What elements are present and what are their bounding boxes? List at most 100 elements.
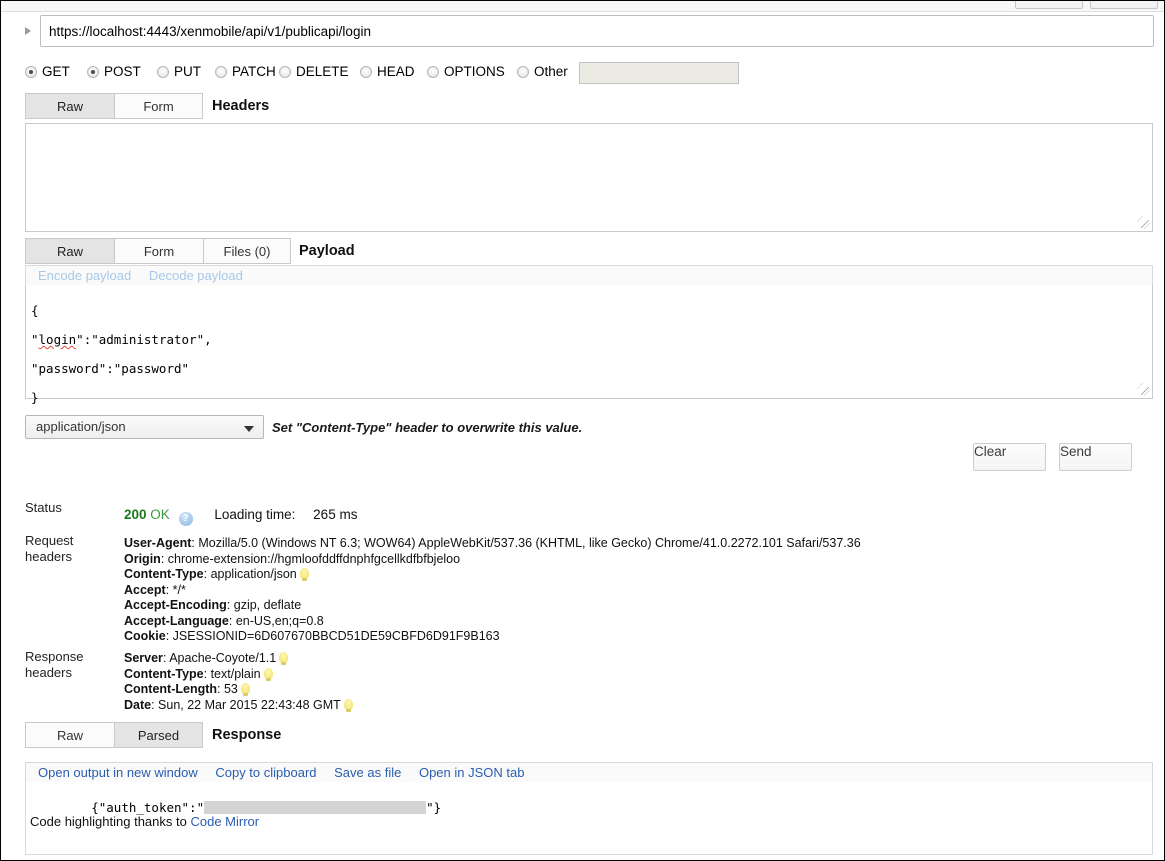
header-value: */* — [173, 583, 186, 597]
payload-quote-open: " — [31, 332, 39, 347]
header-value: en-US,en;q=0.8 — [236, 614, 324, 628]
method-label-delete: DELETE — [296, 64, 349, 79]
open-in-json-tab-link[interactable]: Open in JSON tab — [419, 765, 525, 780]
headers-tab-raw[interactable]: Raw — [25, 93, 114, 119]
response-headers-list: Server: Apache-Coyote/1.1 Content-Type: … — [124, 651, 353, 713]
url-row — [2, 15, 1162, 49]
header-value: application/json — [211, 567, 297, 581]
status-row: 200 OK ? Loading time: 265 ms — [124, 507, 357, 526]
header-name: Accept — [124, 583, 166, 597]
codemirror-credit: Code highlighting thanks to Code Mirror — [30, 814, 259, 829]
payload-tabbar: Raw Form Files (0) — [25, 238, 291, 264]
arc-request-window: GET POST PUT PATCH DELETE — [0, 0, 1165, 861]
save-as-file-link[interactable]: Save as file — [334, 765, 401, 780]
response-section-title: Response — [212, 722, 281, 748]
top-cut-button-1[interactable] — [1015, 0, 1083, 9]
redacted-token — [204, 801, 426, 814]
http-method-radio-group: GET POST PUT PATCH DELETE — [2, 59, 1162, 89]
headers-tab-form[interactable]: Form — [114, 93, 203, 119]
radio-dot-icon — [87, 66, 99, 78]
method-radio-other[interactable]: Other — [517, 64, 568, 79]
header-value: gzip, deflate — [234, 598, 301, 612]
header-value: 53 — [224, 682, 238, 696]
top-cut-button-2[interactable] — [1090, 0, 1158, 9]
header-name: Server — [124, 651, 163, 665]
codemirror-link[interactable]: Code Mirror — [190, 814, 259, 829]
request-header-row: Accept: */* — [124, 583, 861, 599]
response-body-prefix: {"auth_token":" — [91, 800, 204, 815]
payload-tab-files[interactable]: Files (0) — [203, 238, 291, 264]
request-header-row: Origin: chrome-extension://hgmloofddffdn… — [124, 552, 861, 568]
content-type-hint: Set "Content-Type" header to overwrite t… — [272, 420, 582, 435]
resize-grip-icon[interactable] — [1137, 383, 1150, 396]
content-type-select[interactable]: application/json — [25, 415, 264, 439]
method-label-patch: PATCH — [232, 64, 276, 79]
radio-dot-icon — [517, 66, 529, 78]
header-name: Content-Type — [124, 567, 204, 581]
open-output-new-window-link[interactable]: Open output in new window — [38, 765, 198, 780]
clear-button[interactable]: Clear — [973, 443, 1046, 471]
payload-tab-form[interactable]: Form — [114, 238, 203, 264]
header-value: text/plain — [211, 667, 261, 681]
decode-payload-link[interactable]: Decode payload — [149, 268, 243, 283]
copy-to-clipboard-link[interactable]: Copy to clipboard — [215, 765, 316, 780]
radio-dot-icon — [25, 66, 37, 78]
status-code: 200 — [124, 507, 147, 522]
payload-line-1: { — [31, 303, 39, 318]
bulb-icon[interactable] — [241, 683, 250, 694]
header-name: Origin — [124, 552, 161, 566]
expand-arrow-icon[interactable] — [25, 27, 31, 35]
headers-textarea[interactable] — [25, 123, 1153, 232]
payload-section-title: Payload — [299, 238, 355, 264]
send-button[interactable]: Send — [1059, 443, 1132, 471]
headers-section-title: Headers — [212, 93, 269, 119]
content-type-value: application/json — [36, 419, 126, 434]
method-label-get: GET — [42, 64, 70, 79]
custom-method-input[interactable] — [579, 62, 739, 84]
bulb-icon[interactable] — [300, 568, 309, 579]
request-headers-label-line2: headers — [25, 549, 115, 565]
payload-line-3: "password":"password" — [31, 361, 189, 376]
request-headers-label-line1: Request — [25, 533, 115, 549]
response-tab-parsed[interactable]: Parsed — [114, 722, 203, 748]
method-radio-options[interactable]: OPTIONS — [427, 64, 505, 79]
header-name: Cookie — [124, 629, 166, 643]
response-header-row: Content-Type: text/plain — [124, 667, 353, 683]
header-value: Apache-Coyote/1.1 — [169, 651, 276, 665]
response-body-panel[interactable]: {"auth_token":" "} Code highlighting than… — [25, 782, 1153, 855]
response-tabbar: Raw Parsed — [25, 722, 203, 748]
resize-grip-icon[interactable] — [1137, 216, 1150, 229]
response-body-suffix: "} — [426, 800, 441, 815]
payload-tab-raw[interactable]: Raw — [25, 238, 114, 264]
method-radio-head[interactable]: HEAD — [360, 64, 415, 79]
method-label-put: PUT — [174, 64, 201, 79]
payload-editor[interactable]: { "login":"administrator", "password":"p… — [25, 285, 1153, 399]
method-label-post: POST — [104, 64, 141, 79]
method-radio-patch[interactable]: PATCH — [215, 64, 276, 79]
request-header-row: Cookie: JSESSIONID=6D607670BBCD51DE59CBF… — [124, 629, 861, 645]
header-value: chrome-extension://hgmloofddffdnphfgcell… — [168, 552, 460, 566]
bulb-icon[interactable] — [264, 668, 273, 679]
response-headers-label-line2: headers — [25, 665, 115, 681]
method-label-options: OPTIONS — [444, 64, 505, 79]
payload-login-key: login — [39, 332, 77, 347]
header-value: Sun, 22 Mar 2015 22:43:48 GMT — [158, 698, 341, 712]
header-name: Content-Type — [124, 667, 204, 681]
status-text: OK — [150, 507, 170, 522]
method-radio-get[interactable]: GET — [25, 64, 70, 79]
method-radio-delete[interactable]: DELETE — [279, 64, 349, 79]
response-tab-raw[interactable]: Raw — [25, 722, 114, 748]
help-icon[interactable]: ? — [179, 512, 193, 526]
request-header-row: Accept-Encoding: gzip, deflate — [124, 598, 861, 614]
method-radio-put[interactable]: PUT — [157, 64, 201, 79]
method-radio-post[interactable]: POST — [87, 64, 141, 79]
request-headers-list: User-Agent: Mozilla/5.0 (Windows NT 6.3;… — [124, 536, 861, 645]
loading-time-value: 265 ms — [313, 507, 357, 522]
bulb-icon[interactable] — [344, 699, 353, 710]
request-url-input[interactable] — [40, 15, 1154, 47]
status-label: Status — [25, 500, 115, 516]
bulb-icon[interactable] — [279, 652, 288, 663]
encode-payload-link[interactable]: Encode payload — [38, 268, 131, 283]
response-actions-bar: Open output in new window Copy to clipbo… — [25, 762, 1153, 782]
payload-actions-bar: Encode payload Decode payload — [25, 265, 1153, 285]
